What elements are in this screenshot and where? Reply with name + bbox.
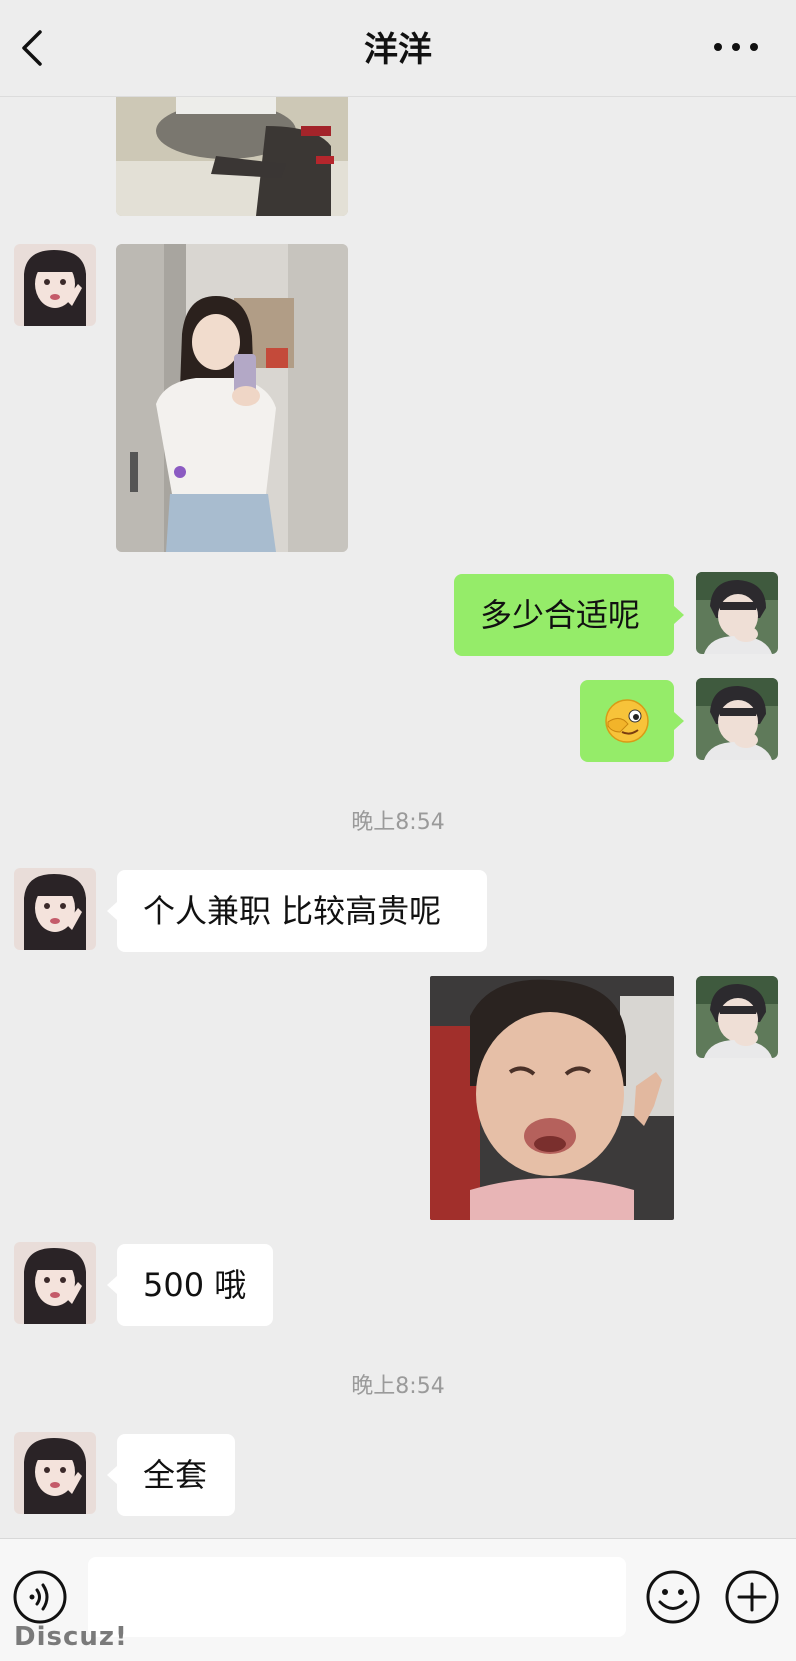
bubble-tail [107,1466,117,1484]
contact-avatar-image [14,1432,96,1514]
watermark: Discuz! [14,1622,128,1652]
photo-message[interactable] [116,96,348,216]
message-timestamp: 晚上8:54 [351,1374,445,1399]
bubble-tail [674,606,684,624]
my-avatar[interactable] [696,678,778,760]
my-avatar-image [696,976,778,1058]
more-options-icon[interactable] [712,40,760,54]
chat-title: 洋洋 [364,30,432,70]
contact-avatar[interactable] [14,868,96,950]
contact-avatar[interactable] [14,1432,96,1514]
bubble-tail [674,712,684,730]
received-message-bubble[interactable]: 500 哦 [117,1244,273,1326]
message-timestamp: 晚上8:54 [351,810,445,835]
my-avatar-image [696,678,778,760]
emoji-icon[interactable] [645,1569,701,1625]
crying-child-sticker-image [430,976,674,1220]
contact-avatar-image [14,244,96,326]
my-avatar[interactable] [696,976,778,1058]
contact-avatar[interactable] [14,244,96,326]
wink-face-emoji-icon [605,699,649,743]
message-input[interactable] [88,1557,626,1637]
my-avatar-image [696,572,778,654]
message-list[interactable]: 多少合适呢 晚上8:54 个人兼职 比较高贵呢 500 哦 晚上8:54 全套 [0,96,796,1538]
received-message-bubble[interactable]: 全套 [117,1434,235,1516]
bubble-tail [107,902,117,920]
chat-header: 洋洋 [0,0,796,97]
plus-icon[interactable] [724,1569,780,1625]
sent-sticker[interactable] [430,976,674,1220]
sent-message-bubble[interactable]: 多少合适呢 [454,574,674,656]
contact-avatar-image [14,1242,96,1324]
photo-image [116,96,348,216]
contact-avatar[interactable] [14,1242,96,1324]
photo-image [116,244,348,552]
voice-input-icon[interactable] [12,1569,68,1625]
sent-emoji-bubble[interactable] [580,680,674,762]
photo-message[interactable] [116,244,348,552]
received-message-bubble[interactable]: 个人兼职 比较高贵呢 [117,870,487,952]
contact-avatar-image [14,868,96,950]
bubble-tail [107,1276,117,1294]
my-avatar[interactable] [696,572,778,654]
